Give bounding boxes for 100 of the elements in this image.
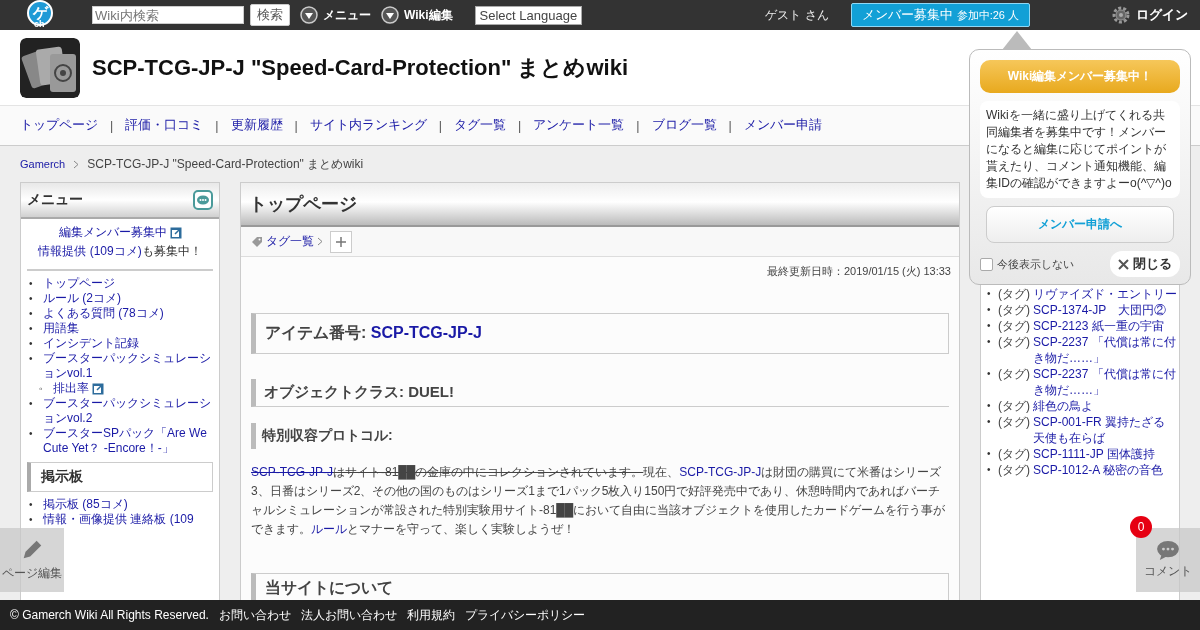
panel-title: メニュー	[27, 191, 83, 209]
nav-link[interactable]: トップページ	[20, 117, 98, 134]
nav-divider: |	[518, 118, 522, 133]
protocol-paragraph: SCP-TCG-JP-Jはサイト-81██の金庫の中にコレクションされています。現在、SCP-TCG-JP-Jは財団の購買にて米番はシリーズ3、日番はシリーズ2、その他の国のものはシリーズ1まで1パック5枚入り150円で好評発売中であり、休憩時間内であればバーチャルシミュレーションが常設された特別実験用サイト-81██において自由に当該オブジェクトを使用したカードゲームを行う事ができます。ルールとマナーを守って、楽しく実験しようぜ！	[251, 464, 947, 538]
checkbox-label[interactable]: 今後表示しない	[997, 256, 1074, 272]
list-bullet: •	[29, 322, 34, 336]
nav-divider: |	[636, 118, 640, 133]
footer-link[interactable]: プライバシーポリシー	[464, 606, 585, 624]
recruit-link[interactable]: 編集メンバー募集中	[58, 225, 167, 239]
nav-divider: |	[110, 118, 114, 133]
tag-link[interactable]: SCP-1111-JP 国体護持	[1033, 446, 1177, 462]
menu-dropdown[interactable]: Wiki編集	[404, 6, 453, 24]
login-link[interactable]: ログイン	[1136, 6, 1188, 24]
tags-link[interactable]: タグ一覧	[266, 233, 314, 250]
tag-link[interactable]: SCP-1374-JP 大団円②	[1033, 302, 1177, 318]
menu-link[interactable]: ブースターパックシミュレーションvol.2	[43, 396, 213, 426]
chat-bubble-icon	[1156, 540, 1180, 560]
copyright: © Gamerch Wiki All Rights Reserved.	[10, 608, 209, 622]
tag-link[interactable]: SCP-001-FR 翼持たざる天使も在らば	[1033, 414, 1177, 446]
nav-link[interactable]: ブログ一覧	[651, 117, 717, 134]
dropdown-icon	[381, 6, 399, 24]
tag-prefix: (タグ)	[998, 414, 1030, 430]
text-link[interactable]: SCP-TCG-JP-J	[251, 465, 333, 479]
list-bullet: •	[29, 337, 34, 351]
tag-link[interactable]: リヴァイズド・エントリー	[1033, 286, 1177, 302]
tag-prefix: (タグ)	[998, 302, 1030, 318]
page-title: トップページ	[241, 183, 959, 227]
nav-link[interactable]: タグ一覧	[454, 117, 506, 134]
nav-link[interactable]: アンケート一覧	[533, 117, 625, 134]
tag-link[interactable]: SCP-2237 「代償は常に付き物だ……」	[1033, 334, 1177, 366]
menu-link[interactable]: よくある質問 (78コメ)	[43, 306, 164, 321]
tag-link[interactable]: SCP-1012-A 秘密の音色	[1033, 462, 1177, 478]
chat-icon[interactable]	[193, 190, 213, 210]
tag-prefix: (タグ)	[998, 334, 1030, 350]
footer-link[interactable]: お問い合わせ	[218, 606, 291, 624]
search-field[interactable]: Wiki内検索	[92, 6, 244, 24]
info-link[interactable]: 情報提供 (109コメ)	[38, 244, 142, 258]
tag-link[interactable]: SCP-2123 紙一重の宇宙	[1033, 318, 1177, 334]
menu-dropdown[interactable]: メニュー	[323, 6, 371, 24]
breadcrumb-current: SCP-TCG-JP-J "Speed-Card-Protection" まとめwiki	[87, 155, 364, 173]
tag-icon	[251, 235, 263, 248]
list-bullet: •	[29, 397, 34, 411]
list-bullet: •	[987, 335, 992, 349]
list-bullet: •	[29, 292, 34, 306]
external-link-icon	[92, 382, 104, 395]
tag-prefix: (タグ)	[998, 318, 1030, 334]
nav-divider: |	[294, 118, 298, 133]
close-button[interactable]: 閉じる	[1110, 251, 1180, 277]
tag-prefix: (タグ)	[998, 286, 1030, 302]
nav-link[interactable]: サイト内ランキング	[309, 117, 427, 134]
dropdown-icon	[300, 6, 318, 24]
nav-link[interactable]: 評価・口コミ	[125, 117, 204, 134]
nav-link[interactable]: メンバー申請	[743, 117, 822, 134]
list-bullet: •	[987, 447, 992, 461]
nav-divider: |	[438, 118, 442, 133]
tag-link[interactable]: SCP-2237 「代償は常に付き物だ……」	[1033, 366, 1177, 398]
menu-link[interactable]: トップページ	[43, 276, 115, 291]
menu-link[interactable]: 用語集	[43, 321, 79, 336]
add-tag-button[interactable]	[330, 230, 352, 253]
checkbox[interactable]	[980, 257, 993, 271]
edit-page-button[interactable]: ページ編集	[0, 528, 64, 592]
list-bullet: ◦	[39, 382, 44, 396]
close-icon	[1118, 258, 1129, 270]
breadcrumb-link[interactable]: Gamerch	[20, 158, 66, 170]
menu-link[interactable]: インシデント記録	[43, 336, 139, 351]
footer-link[interactable]: 法人お問い合わせ	[300, 606, 397, 624]
popup-title: Wiki編集メンバー募集中！	[980, 60, 1180, 93]
tag-link[interactable]: 緋色の鳥よ	[1033, 398, 1177, 414]
text-link[interactable]: SCP-TCG-JP-J	[679, 465, 762, 479]
tag-prefix: (タグ)	[998, 446, 1030, 462]
text-link[interactable]: ルール	[311, 522, 347, 536]
board-link[interactable]: 情報・画像提供 連絡板 (109	[43, 512, 194, 527]
menu-link[interactable]: 排出率	[53, 381, 89, 396]
list-bullet: •	[987, 399, 992, 413]
plus-icon	[335, 235, 347, 248]
list-bullet: •	[29, 513, 34, 527]
nav-divider: |	[215, 118, 219, 133]
menu-link[interactable]: ブースターパックシミュレーションvol.1	[43, 351, 213, 381]
notice-text: も募集中！	[141, 244, 202, 258]
footer-link[interactable]: 利用規約	[406, 606, 455, 624]
site-icon	[20, 37, 80, 98]
chevron-icon	[73, 159, 80, 169]
gear-icon[interactable]	[1112, 6, 1130, 24]
board-link[interactable]: 掲示板 (85コメ)	[43, 497, 128, 512]
item-link[interactable]: SCP-TCG-JP-J	[370, 324, 482, 341]
list-bullet: •	[987, 287, 992, 301]
popup-message: Wikiを一緒に盛り上げてくれる共同編集者を募集中です！メンバーになると編集に応じてポイントが貰えたり、コメント通知機能、編集IDの確認ができますよーo(^▽^)o	[980, 101, 1180, 198]
search-button[interactable]: 検索	[250, 4, 290, 26]
list-bullet: •	[29, 427, 34, 441]
board-heading: 掲示板	[27, 462, 213, 492]
tag-prefix: (タグ)	[998, 462, 1030, 478]
menu-link[interactable]: ブースターSPパック「Are We Cute Yet？ -Encore！-」	[43, 426, 213, 456]
external-link-icon	[169, 226, 182, 239]
list-bullet: •	[987, 463, 992, 477]
nav-link[interactable]: 更新履歴	[230, 117, 283, 134]
menu-link[interactable]: ルール (2コメ)	[43, 291, 121, 306]
item-heading: アイテム番号: SCP-TCG-JP-J	[251, 313, 949, 354]
language-select[interactable]: Select Language	[474, 5, 583, 25]
tag-prefix: (タグ)	[998, 366, 1030, 382]
list-bullet: •	[29, 307, 34, 321]
